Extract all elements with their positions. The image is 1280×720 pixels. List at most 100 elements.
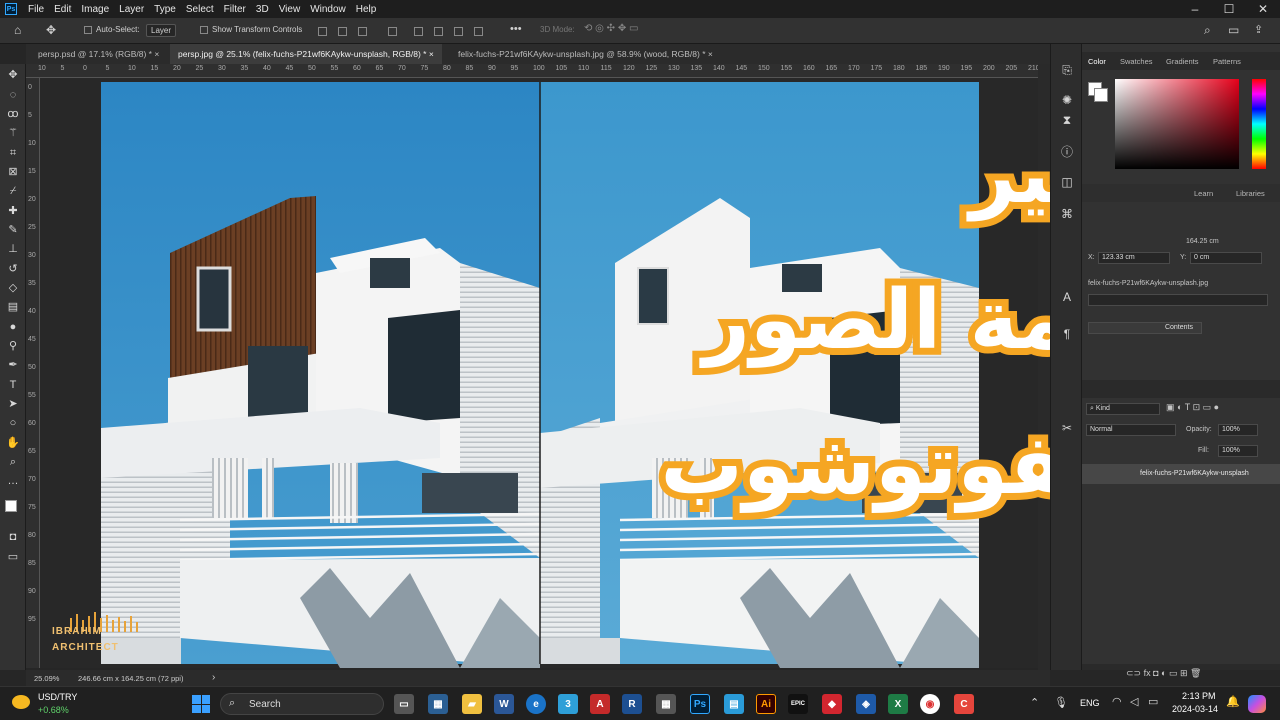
distribute-h-icon[interactable] bbox=[454, 27, 463, 36]
notepad-icon[interactable]: ▤ bbox=[724, 694, 744, 714]
notifications-icon[interactable]: 🔔 bbox=[1226, 695, 1240, 708]
path-select-icon[interactable]: ➤ bbox=[6, 397, 20, 411]
start-button[interactable] bbox=[192, 695, 210, 713]
eraser-icon[interactable]: ◇ bbox=[6, 281, 20, 295]
epic-games-icon[interactable]: EPIC bbox=[788, 694, 808, 714]
menu-select[interactable]: Select bbox=[181, 4, 219, 15]
fill-field[interactable]: 100% bbox=[1218, 445, 1258, 457]
task-view-icon[interactable]: ▭ bbox=[394, 694, 414, 714]
align-right-icon[interactable] bbox=[358, 27, 367, 36]
word-icon[interactable]: W bbox=[494, 694, 514, 714]
info-icon[interactable]: ⓘ bbox=[1059, 144, 1075, 160]
tab-patterns[interactable]: Patterns bbox=[1213, 57, 1241, 66]
move-tool-icon[interactable]: ✥ bbox=[46, 23, 56, 37]
more-options-button[interactable]: ••• bbox=[510, 23, 522, 35]
type-tool-icon[interactable]: T bbox=[6, 378, 20, 392]
marquee-tool-icon[interactable]: ◌ bbox=[6, 88, 20, 102]
magic-wand-icon[interactable]: ⚚ bbox=[6, 126, 20, 140]
blur-icon[interactable]: ● bbox=[6, 320, 20, 334]
pen-tool-icon[interactable]: ✒ bbox=[6, 358, 20, 372]
clone-stamp-icon[interactable]: ⊥ bbox=[6, 242, 20, 256]
close-icon[interactable]: × bbox=[708, 49, 713, 59]
status-arrow-icon[interactable]: › bbox=[212, 672, 215, 683]
close-icon[interactable]: × bbox=[429, 49, 434, 59]
ticker-label[interactable]: USD/TRY bbox=[38, 692, 77, 702]
align-left-icon[interactable] bbox=[318, 27, 327, 36]
screen-mode-icon[interactable]: ▭ bbox=[6, 550, 20, 564]
layer-kind-filter[interactable]: ⌕ Kind bbox=[1086, 403, 1160, 415]
eyedropper-icon[interactable]: ⌿ bbox=[6, 184, 20, 198]
tab-libraries[interactable]: Libraries bbox=[1236, 189, 1265, 198]
tab-persp-jpg[interactable]: persp.jpg @ 25.1% (felix-fuchs-P21wf6KAy… bbox=[170, 44, 442, 64]
revit-icon[interactable]: R bbox=[622, 694, 642, 714]
menu-layer[interactable]: Layer bbox=[114, 4, 149, 15]
clock-date[interactable]: 2024-03-14 bbox=[1172, 704, 1218, 714]
clock-time[interactable]: 2:13 PM bbox=[1182, 691, 1216, 701]
history-brush-icon[interactable]: ↺ bbox=[6, 262, 20, 276]
zoom-level[interactable]: 25.09% bbox=[34, 674, 59, 683]
lasso-tool-icon[interactable]: ꝏ bbox=[6, 107, 20, 121]
edge-icon[interactable]: e bbox=[526, 694, 546, 714]
excel-icon[interactable]: X bbox=[888, 694, 908, 714]
photoshop-taskbar-icon[interactable]: Ps bbox=[690, 694, 710, 714]
hue-slider[interactable] bbox=[1252, 79, 1266, 169]
menu-type[interactable]: Type bbox=[149, 4, 181, 15]
gradient-icon[interactable]: ▤ bbox=[6, 300, 20, 314]
vertical-scrollbar[interactable] bbox=[1038, 64, 1050, 670]
maximize-button[interactable]: ☐ bbox=[1212, 0, 1246, 18]
hand-tool-icon[interactable]: ✋ bbox=[6, 436, 20, 450]
quick-mask-icon[interactable]: ◘ bbox=[6, 530, 20, 544]
workspace-icon[interactable]: ▭ bbox=[1228, 23, 1239, 37]
paragraph-icon[interactable]: ¶ bbox=[1059, 326, 1075, 342]
edit-contents-button[interactable]: Contents bbox=[1088, 322, 1202, 334]
menu-help[interactable]: Help bbox=[351, 4, 382, 15]
file-explorer-icon[interactable]: ▰ bbox=[462, 694, 482, 714]
share-icon[interactable]: ⇪ bbox=[1254, 23, 1263, 36]
brush-tool-icon[interactable]: ✎ bbox=[6, 223, 20, 237]
tab-color[interactable]: Color bbox=[1088, 57, 1106, 66]
dodge-icon[interactable]: ⚲ bbox=[6, 339, 20, 353]
language-indicator[interactable]: ENG bbox=[1080, 698, 1100, 708]
color-picker-field[interactable] bbox=[1115, 79, 1239, 169]
illustrator-icon[interactable]: Ai bbox=[756, 694, 776, 714]
move-tool-icon[interactable]: ✥ bbox=[6, 68, 20, 82]
search-icon[interactable]: ⌕ bbox=[1204, 23, 1211, 38]
minimize-button[interactable]: – bbox=[1178, 0, 1212, 18]
menu-filter[interactable]: Filter bbox=[219, 4, 251, 15]
tab-gradients[interactable]: Gradients bbox=[1166, 57, 1199, 66]
network-icon[interactable]: ◠ bbox=[1112, 695, 1122, 708]
zoom-tool-icon[interactable]: ⌕ bbox=[6, 455, 20, 469]
adjustments-icon[interactable]: ⧗ bbox=[1059, 112, 1075, 128]
distribute-spacing-icon[interactable] bbox=[474, 27, 483, 36]
shape-tool-icon[interactable]: ○ bbox=[6, 416, 20, 430]
close-button[interactable]: ✕ bbox=[1246, 0, 1280, 18]
blend-mode-dropdown[interactable]: Normal bbox=[1086, 424, 1176, 436]
y-field[interactable]: 0 cm bbox=[1190, 252, 1262, 264]
menu-window[interactable]: Window bbox=[305, 4, 351, 15]
volume-icon[interactable]: ◁ bbox=[1130, 695, 1138, 708]
capcut-icon[interactable]: C bbox=[954, 694, 974, 714]
menu-image[interactable]: Image bbox=[76, 4, 114, 15]
mic-icon[interactable]: 🎙 bbox=[1054, 696, 1068, 709]
3d-tools-icon[interactable]: ⟲ ◎ ✣ ✥ ▭ bbox=[584, 23, 638, 34]
home-icon[interactable]: ⌂ bbox=[14, 23, 21, 37]
crop-tool-icon[interactable]: ⌗ bbox=[6, 146, 20, 160]
foreground-color-swatch[interactable] bbox=[5, 500, 17, 512]
menu-view[interactable]: View bbox=[274, 4, 306, 15]
show-transform-checkbox[interactable]: Show Transform Controls bbox=[200, 25, 302, 34]
align-center-icon[interactable] bbox=[338, 27, 347, 36]
auto-select-checkbox[interactable]: Auto-Select: bbox=[84, 25, 140, 34]
layer-filter-icons[interactable]: ▣ ◐ T ⊡ ▭ ● bbox=[1166, 402, 1219, 413]
tab-felix-jpg[interactable]: felix-fuchs-P21wf6KAykw-unsplash.jpg @ 5… bbox=[450, 44, 721, 64]
weather-icon[interactable] bbox=[12, 695, 30, 709]
healing-brush-icon[interactable]: ✚ bbox=[6, 204, 20, 218]
layer-name[interactable]: felix-fuchs-P21wf6KAykw-unsplash bbox=[1140, 470, 1249, 477]
battery-icon[interactable]: ▭ bbox=[1148, 695, 1158, 708]
glyphs-icon[interactable]: ◫ bbox=[1059, 174, 1075, 190]
chrome-icon[interactable]: ◉ bbox=[920, 694, 940, 714]
history-icon[interactable]: ⎘ bbox=[1059, 62, 1075, 78]
autocad-icon[interactable]: A bbox=[590, 694, 610, 714]
canvas-area[interactable] bbox=[40, 78, 1038, 668]
auto-select-dropdown[interactable]: Layer bbox=[146, 24, 177, 37]
anydesk-icon[interactable]: ◆ bbox=[822, 694, 842, 714]
